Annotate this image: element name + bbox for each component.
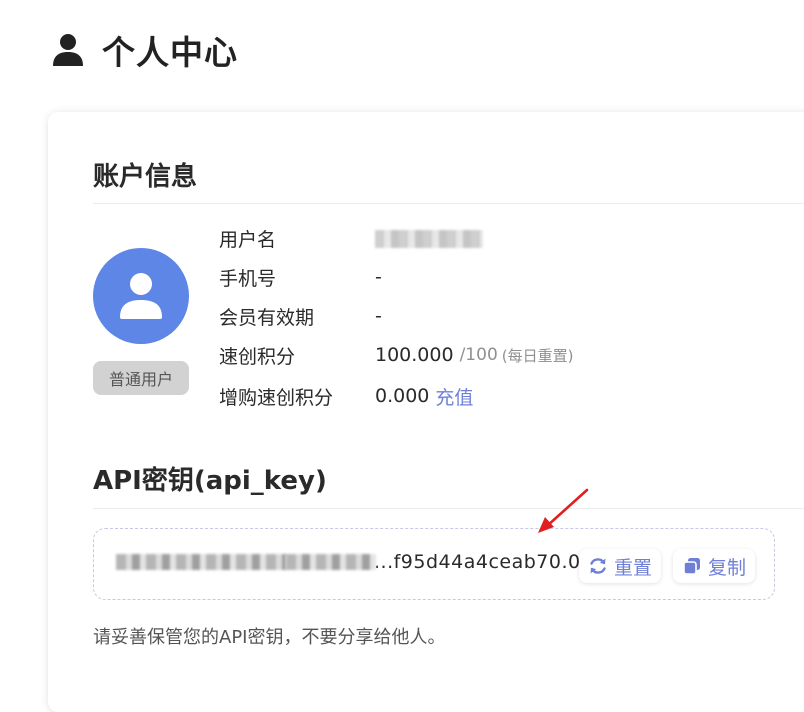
user-icon <box>53 34 83 66</box>
page-header: 个人中心 <box>52 26 238 74</box>
phone-label: 手机号 <box>219 267 277 290</box>
refresh-icon <box>590 558 606 574</box>
membership-badge: 普通用户 <box>93 361 189 395</box>
api-key-hint: 请妥善保管您的API密钥，不要分享给他人。 <box>93 627 446 648</box>
info-row-phone: 手机号 - <box>219 263 382 291</box>
api-key-title: API密钥(api_key) <box>93 466 327 496</box>
credits-limit: /100 <box>459 345 498 365</box>
recharge-link[interactable]: 充值 <box>435 383 473 410</box>
credits-label: 速创积分 <box>219 345 296 368</box>
copy-icon <box>683 558 700 575</box>
username-value <box>375 227 483 249</box>
membership-expiry-label: 会员有效期 <box>219 306 315 329</box>
api-key-box: ...f95d44a4ceab70.0.3e 重置 复制 <box>93 528 775 600</box>
copy-label: 复制 <box>707 556 746 579</box>
user-avatar-icon <box>120 273 162 319</box>
profile-card: 账户信息 普通用户 用户名 手机号 - 会员有效期 - 速创积分 100.000… <box>48 112 804 712</box>
extra-credits-label: 增购速创积分 <box>219 386 334 409</box>
extra-credits-value: 0.000 <box>375 385 430 407</box>
info-row-membership: 会员有效期 - <box>219 302 382 330</box>
credits-reset-note: (每日重置) <box>501 346 574 365</box>
phone-value: - <box>375 266 382 288</box>
reset-label: 重置 <box>613 556 652 579</box>
username-label: 用户名 <box>219 228 277 251</box>
redacted-key-part <box>286 554 376 570</box>
credits-value: 100.000 <box>375 344 454 366</box>
api-key-value[interactable]: ...f95d44a4ceab70.0.3e <box>116 551 612 573</box>
divider <box>93 508 804 509</box>
info-row-username: 用户名 <box>219 224 483 252</box>
avatar <box>93 248 189 344</box>
info-row-extra-credits: 增购速创积分 0.000 充值 <box>219 382 473 410</box>
api-key-tail: ...f95d44a4ceab70.0.3e <box>374 551 612 573</box>
divider <box>93 203 804 204</box>
redacted-key-part <box>116 554 286 570</box>
page-title: 个人中心 <box>102 33 238 72</box>
redacted-username <box>375 229 483 248</box>
account-info-title: 账户信息 <box>93 162 198 192</box>
info-row-credits: 速创积分 100.000 /100 (每日重置) <box>219 341 573 369</box>
copy-key-button[interactable]: 复制 <box>673 549 755 583</box>
annotation-arrow-icon <box>538 488 589 533</box>
reset-key-button[interactable]: 重置 <box>579 549 661 583</box>
membership-expiry-value: - <box>375 305 382 327</box>
